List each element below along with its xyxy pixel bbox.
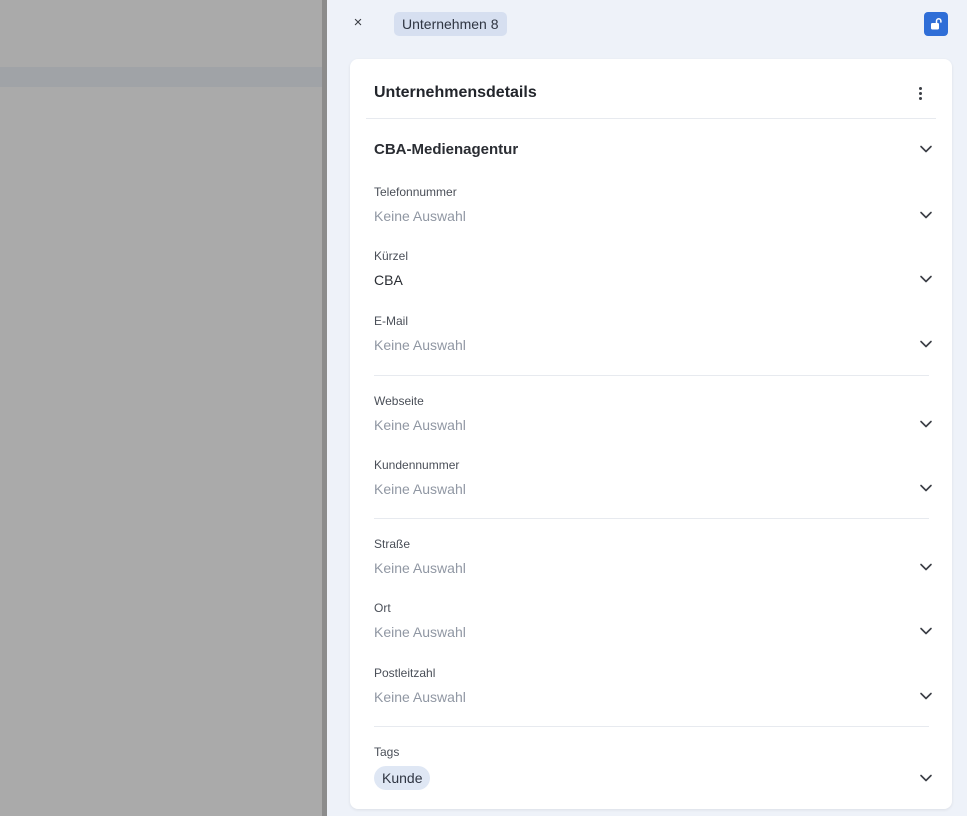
unlock-button[interactable] [924, 12, 948, 36]
chevron-down-icon [920, 692, 932, 700]
company-name: CBA-Medienagentur [374, 141, 519, 158]
chevron-down-icon [920, 145, 932, 153]
kebab-dot [918, 86, 922, 90]
field-label: Tags [374, 745, 400, 759]
unlock-icon [931, 18, 942, 30]
backdrop-row-highlight [0, 67, 322, 87]
panel-title-chip: Unternehmen 8 [394, 12, 507, 36]
field-value: Keine Auswahl [374, 624, 466, 640]
field-label: Straße [374, 537, 411, 551]
chevron-down-icon [920, 275, 932, 283]
close-button[interactable]: × [349, 14, 367, 32]
card-header-divider [366, 118, 936, 119]
chevron-down-icon [920, 484, 932, 492]
field-value: Keine Auswahl [374, 689, 466, 705]
card-title: Unternehmensdetails [374, 84, 537, 101]
chevron-down-icon [920, 211, 932, 219]
company-details-card: Unternehmensdetails CBA-Medienagentur Te… [350, 59, 952, 809]
kebab-dot [918, 96, 922, 100]
field-label: Postleitzahl [374, 666, 436, 680]
field-email[interactable]: E-Mail Keine Auswahl [374, 313, 934, 357]
field-kundennummer[interactable]: Kundennummer Keine Auswahl [374, 457, 934, 501]
field-label: Kürzel [374, 249, 409, 263]
detail-panel: × Unternehmen 8 Unternehmensdetails CBA-… [327, 0, 967, 816]
field-label: Kundennummer [374, 458, 460, 472]
field-webseite[interactable]: Webseite Keine Auswahl [374, 393, 934, 437]
field-value: Keine Auswahl [374, 417, 466, 433]
field-label: Telefonnummer [374, 185, 457, 199]
field-label: Ort [374, 601, 391, 615]
close-icon: × [353, 14, 363, 31]
section-divider [374, 518, 929, 519]
chevron-down-icon [920, 563, 932, 571]
field-postleitzahl[interactable]: Postleitzahl Keine Auswahl [374, 665, 934, 709]
kebab-dot [918, 91, 922, 95]
chevron-down-icon [920, 774, 932, 782]
chevron-down-icon [920, 340, 932, 348]
chevron-down-icon [920, 420, 932, 428]
backdrop-overlay[interactable] [0, 0, 322, 816]
field-telefonnummer[interactable]: Telefonnummer Keine Auswahl [374, 184, 934, 228]
field-label: E-Mail [374, 314, 409, 328]
card-header: Unternehmensdetails [374, 83, 934, 105]
field-value: Keine Auswahl [374, 560, 466, 576]
tag-chip[interactable]: Kunde [374, 766, 431, 790]
field-label: Webseite [374, 394, 424, 408]
field-tags[interactable]: Tags Kunde [374, 744, 934, 790]
section-divider [374, 375, 929, 376]
section-divider [374, 726, 929, 727]
more-options-button[interactable] [912, 84, 928, 102]
field-value: CBA [374, 272, 403, 288]
field-ort[interactable]: Ort Keine Auswahl [374, 600, 934, 644]
chevron-down-icon [920, 627, 932, 635]
field-kuerzel[interactable]: Kürzel CBA [374, 248, 934, 292]
field-value: Keine Auswahl [374, 481, 466, 497]
panel-topbar: × Unternehmen 8 [327, 0, 967, 48]
field-value: Keine Auswahl [374, 337, 466, 353]
company-name-row[interactable]: CBA-Medienagentur [374, 139, 934, 163]
field-strasse[interactable]: Straße Keine Auswahl [374, 536, 934, 580]
field-value: Keine Auswahl [374, 208, 466, 224]
